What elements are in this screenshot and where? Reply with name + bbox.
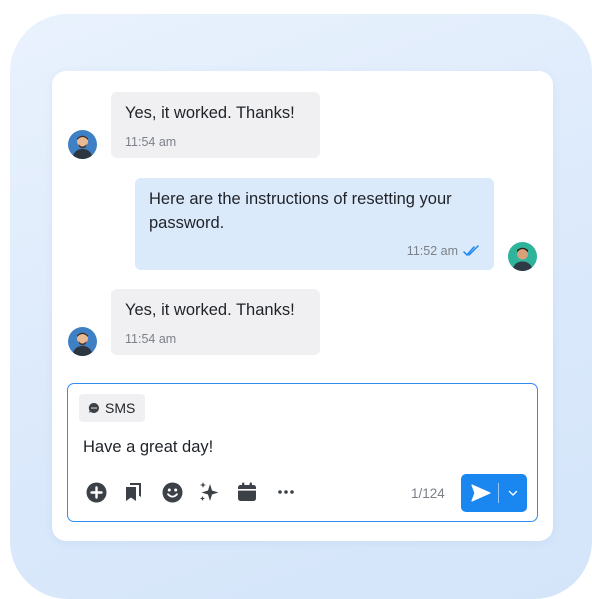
chevron-down-icon[interactable] [508,490,518,497]
sparkle-icon[interactable] [198,481,220,503]
avatar[interactable] [68,327,97,356]
message-bubble-outgoing: Here are the instructions of resetting y… [135,178,494,270]
person-icon [512,247,533,271]
message-text-line-2: password. [149,214,225,232]
send-button[interactable] [461,474,527,512]
message-text-line-1: Here are the instructions of resetting y… [149,190,452,208]
message-input[interactable]: Have a great day! [83,438,213,457]
calendar-icon[interactable] [236,481,258,503]
message-bubble-incoming: Yes, it worked. Thanks! 11:54 am [111,289,320,355]
message-text: Yes, it worked. Thanks! [125,104,295,122]
add-circle-icon[interactable] [85,481,107,503]
emoji-icon[interactable] [161,481,183,503]
message-bubble-incoming: Yes, it worked. Thanks! 11:54 am [111,92,320,158]
double-check-icon [463,245,479,256]
avatar[interactable] [508,242,537,271]
message-text: Yes, it worked. Thanks! [125,301,295,319]
channel-label: SMS [105,400,136,416]
chat-bubble-icon [88,402,99,413]
person-icon [72,135,93,159]
send-icon [471,484,491,502]
avatar[interactable] [68,130,97,159]
bookmarks-icon[interactable] [123,481,145,503]
send-divider [498,483,499,503]
person-icon [72,332,93,356]
channel-selector[interactable]: SMS [79,394,146,422]
character-counter: 1/124 [411,486,445,501]
message-composer[interactable]: SMS Have a great day! 1/124 [67,383,538,522]
message-time: 11:54 am [125,135,177,149]
more-icon[interactable] [275,481,297,503]
message-time: 11:52 am [406,244,458,258]
message-time: 11:54 am [125,332,177,346]
